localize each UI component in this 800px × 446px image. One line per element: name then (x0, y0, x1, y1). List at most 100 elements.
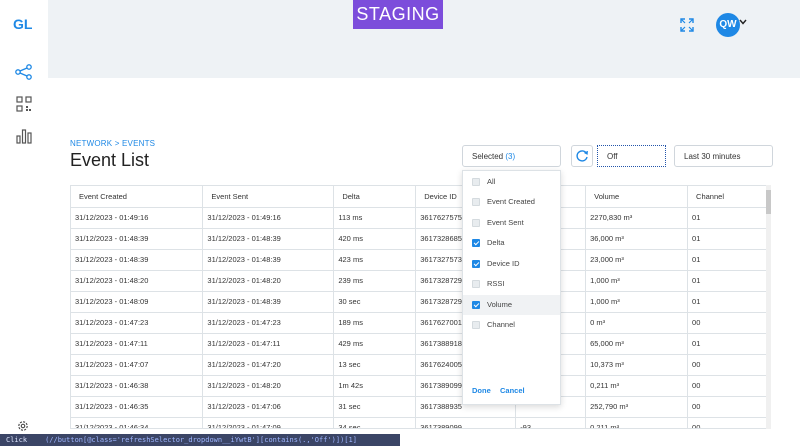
settings-icon[interactable] (16, 419, 30, 433)
checkbox[interactable] (472, 321, 480, 329)
column-option[interactable]: Event Created (463, 192, 560, 212)
time-range-selector[interactable]: Last 30 minutes (674, 145, 773, 167)
table-cell: 31/12/2023 - 01:48:09 (71, 291, 204, 313)
table-cell: -93 (515, 417, 587, 428)
checkbox[interactable] (472, 301, 480, 309)
user-avatar[interactable]: QW (716, 13, 740, 37)
table-row[interactable]: 31/12/2023 - 01:47:23 31/12/2023 - 01:47:… (71, 312, 767, 334)
table-scrollbar[interactable] (766, 185, 771, 429)
table-cell: 31/12/2023 - 01:48:39 (202, 291, 335, 313)
column-selector-dropdown: Done Cancel All Event Created Event Sent De… (462, 170, 561, 405)
column-header[interactable]: Delta (333, 186, 417, 208)
table-cell: 01 (687, 270, 767, 292)
table-cell: 31/12/2023 - 01:48:20 (202, 270, 335, 292)
table-scroll-thumb[interactable] (766, 190, 771, 214)
staging-badge: STAGING (353, 0, 443, 29)
events-table: Event Created Event Sent Delta Device ID… (70, 185, 768, 429)
table-cell: 31/12/2023 - 01:48:39 (71, 228, 204, 250)
column-option[interactable]: Delta (463, 233, 560, 253)
table-cell: 31/12/2023 - 01:48:39 (202, 249, 335, 271)
expand-icon[interactable] (680, 18, 694, 32)
done-button[interactable]: Done (472, 386, 491, 395)
table-cell: 189 ms (333, 312, 417, 334)
table-row[interactable]: 31/12/2023 - 01:46:34 31/12/2023 - 01:47:… (71, 417, 767, 428)
app-logo[interactable]: GL (13, 16, 32, 32)
table-cell: 3617389099 (415, 417, 517, 428)
table-cell: 1m 42s (333, 375, 417, 397)
checkbox[interactable] (472, 219, 480, 227)
table-row[interactable]: 31/12/2023 - 01:46:35 31/12/2023 - 01:47:… (71, 396, 767, 418)
table-cell: 13 sec (333, 354, 417, 376)
breadcrumb[interactable]: NETWORK > EVENTS (70, 139, 155, 148)
table-cell: 239 ms (333, 270, 417, 292)
table-cell: 31/12/2023 - 01:48:39 (202, 228, 335, 250)
refresh-interval-dropdown[interactable]: Off (597, 145, 666, 167)
table-cell: 01 (687, 291, 767, 313)
column-selector-button[interactable]: Selected (3) (462, 145, 561, 167)
table-cell: 00 (687, 375, 767, 397)
table-header-row: Event Created Event Sent Delta Device ID… (71, 186, 767, 208)
table-cell: 31/12/2023 - 01:47:23 (71, 312, 204, 334)
table-cell: 01 (687, 207, 767, 229)
table-cell: 01 (687, 249, 767, 271)
qr-code-icon[interactable] (14, 94, 34, 114)
table-row[interactable]: 31/12/2023 - 01:47:07 31/12/2023 - 01:47:… (71, 354, 767, 376)
network-icon[interactable] (14, 62, 34, 82)
column-header[interactable]: Event Created (71, 186, 204, 208)
column-header[interactable]: Volume (585, 186, 689, 208)
table-cell: 31/12/2023 - 01:49:16 (202, 207, 335, 229)
chevron-down-icon[interactable] (739, 18, 747, 26)
table-cell: 429 ms (333, 333, 417, 355)
column-option[interactable]: Event Sent (463, 213, 560, 233)
table-cell: 0,211 m³ (585, 417, 689, 428)
table-cell: 31/12/2023 - 01:47:11 (71, 333, 204, 355)
column-option-label: Event Created (487, 197, 535, 206)
checkbox[interactable] (472, 239, 480, 247)
bar-chart-icon[interactable] (14, 126, 34, 146)
table-row[interactable]: 31/12/2023 - 01:49:16 31/12/2023 - 01:49:… (71, 207, 767, 229)
column-selector-label: Selected (472, 152, 504, 161)
table-cell: 31/12/2023 - 01:47:07 (71, 354, 204, 376)
column-option[interactable]: RSSI (463, 274, 560, 294)
checkbox[interactable] (472, 178, 480, 186)
checkbox[interactable] (472, 260, 480, 268)
table-row[interactable]: 31/12/2023 - 01:48:39 31/12/2023 - 01:48:… (71, 228, 767, 250)
table-cell: 01 (687, 333, 767, 355)
checkbox[interactable] (472, 280, 480, 288)
column-option-label: RSSI (487, 279, 505, 288)
table-cell: 423 ms (333, 249, 417, 271)
column-option-label: All (487, 177, 496, 186)
column-option[interactable]: Device ID (463, 254, 560, 274)
table-cell: 23,000 m³ (585, 249, 689, 271)
table-row[interactable]: 31/12/2023 - 01:47:11 31/12/2023 - 01:47:… (71, 333, 767, 355)
table-cell: 113 ms (333, 207, 417, 229)
column-option[interactable]: Channel (463, 315, 560, 335)
column-option[interactable]: Volume (463, 295, 560, 315)
table-row[interactable]: 31/12/2023 - 01:48:20 31/12/2023 - 01:48:… (71, 270, 767, 292)
table-cell: 31/12/2023 - 01:47:20 (202, 354, 335, 376)
column-option[interactable]: All (463, 172, 560, 192)
sidebar: GL (0, 0, 48, 446)
refresh-button[interactable] (571, 145, 593, 167)
cancel-button[interactable]: Cancel (500, 386, 525, 395)
table-row[interactable]: 31/12/2023 - 01:48:09 31/12/2023 - 01:48:… (71, 291, 767, 313)
table-body: 31/12/2023 - 01:49:16 31/12/2023 - 01:49:… (71, 207, 767, 428)
table-row[interactable]: 31/12/2023 - 01:48:39 31/12/2023 - 01:48:… (71, 249, 767, 271)
table-cell: 00 (687, 396, 767, 418)
table-cell: 0,211 m³ (585, 375, 689, 397)
table-cell: 30 sec (333, 291, 417, 313)
table-cell: 31/12/2023 - 01:46:35 (71, 396, 204, 418)
status-action: Click (6, 436, 28, 444)
table-cell: 2270,830 m³ (585, 207, 689, 229)
column-header[interactable]: Channel (687, 186, 767, 208)
column-option-label: Volume (487, 300, 513, 309)
table-cell: 31/12/2023 - 01:46:34 (71, 417, 204, 428)
table-cell: 31/12/2023 - 01:48:20 (202, 375, 335, 397)
checkbox[interactable] (472, 198, 480, 206)
table-cell: 00 (687, 354, 767, 376)
column-header[interactable]: Event Sent (202, 186, 335, 208)
table-cell: 34 sec (333, 417, 417, 428)
table-row[interactable]: 31/12/2023 - 01:46:38 31/12/2023 - 01:48:… (71, 375, 767, 397)
table-cell: 31/12/2023 - 01:49:16 (71, 207, 204, 229)
table-cell: 31/12/2023 - 01:47:09 (202, 417, 335, 428)
